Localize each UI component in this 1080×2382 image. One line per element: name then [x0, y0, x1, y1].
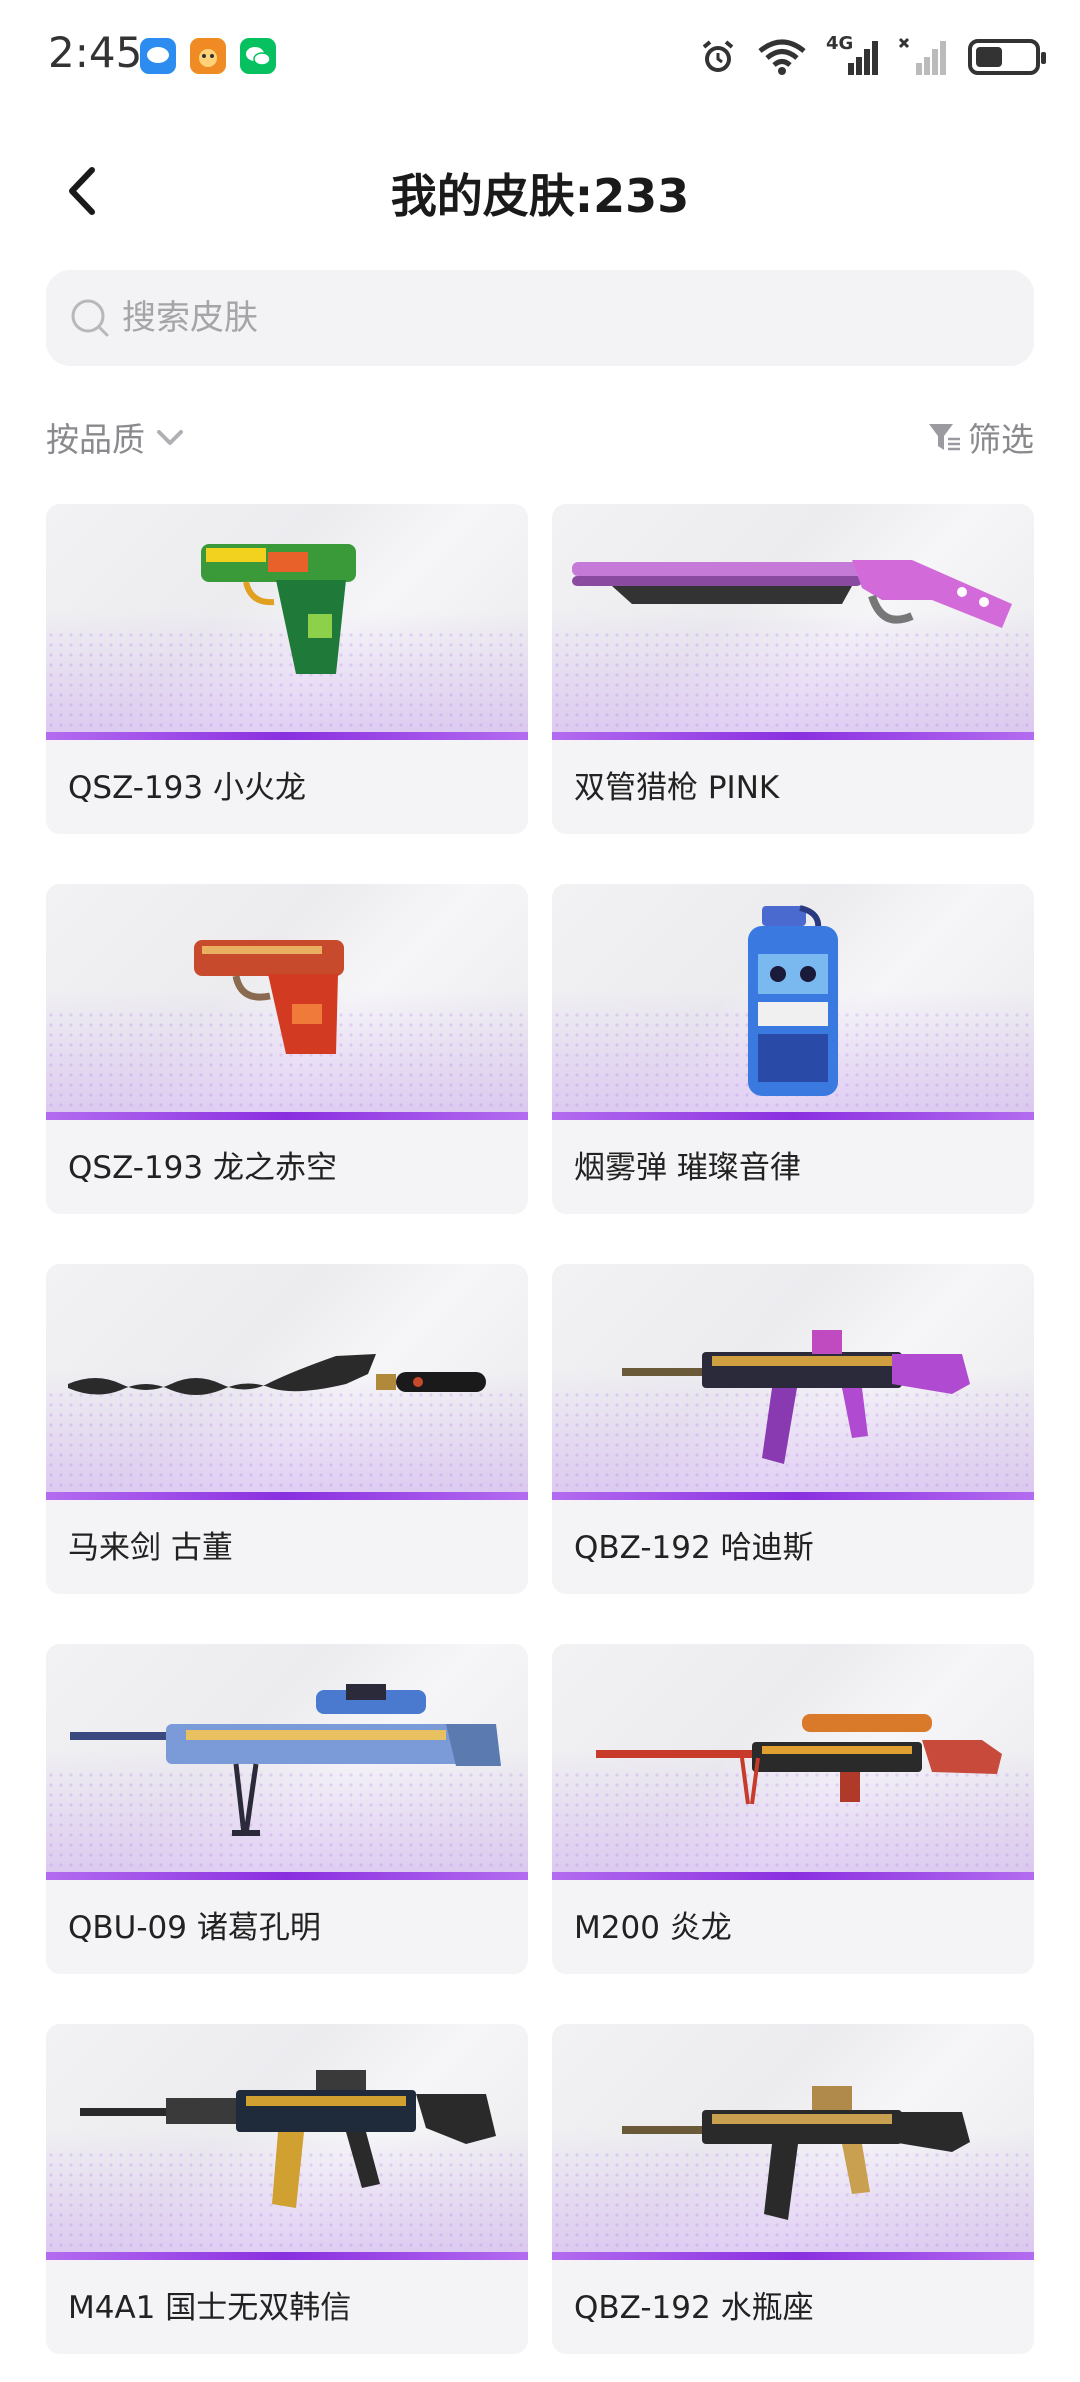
skin-name: 烟雾弹 璀璨音律 — [574, 1150, 801, 1186]
search-icon — [71, 299, 109, 337]
skin-name: QBZ-192 哈迪斯 — [574, 1530, 814, 1566]
rarity-bar — [552, 732, 1034, 740]
status-time: 2:45 — [48, 28, 143, 77]
rarity-bar — [552, 1492, 1034, 1500]
rifle-skin-image — [622, 1330, 970, 1464]
skin-name: M4A1 国士无双韩信 — [68, 2290, 352, 2326]
page-title: 我的皮肤:233 — [390, 169, 690, 223]
rarity-bar — [46, 1492, 528, 1500]
sword-skin-image — [68, 1354, 486, 1395]
skin-name: 双管猎枪 PINK — [574, 770, 780, 806]
filter-button[interactable]: 筛选 — [926, 413, 1034, 461]
skin-card[interactable]: 烟雾弹 璀璨音律 — [552, 884, 1034, 1214]
pistol-skin-image — [194, 940, 344, 1054]
battery-icon — [968, 39, 1046, 75]
filter-icon — [929, 424, 960, 451]
wifi-icon — [758, 39, 806, 75]
rarity-bar — [46, 2252, 528, 2260]
rifle-skin-image — [622, 2086, 970, 2220]
filter-label: 筛选 — [968, 420, 1034, 459]
rarity-bar — [552, 1112, 1034, 1120]
skin-card[interactable]: QBZ-192 哈迪斯 — [552, 1264, 1034, 1594]
search-input[interactable] — [122, 298, 982, 338]
shotgun-skin-image — [572, 560, 1012, 628]
skin-card[interactable]: M200 炎龙 — [552, 1644, 1034, 1974]
rifle-skin-image — [80, 2070, 496, 2208]
skin-card[interactable]: 双管猎枪 PINK — [552, 504, 1034, 834]
rarity-bar — [552, 1872, 1034, 1880]
wechat-icon — [240, 38, 276, 74]
message-app-icon — [140, 38, 176, 74]
skin-card[interactable]: QBU-09 诸葛孔明 — [46, 1644, 528, 1974]
alarm-icon — [702, 40, 734, 72]
skin-name: QBU-09 诸葛孔明 — [68, 1910, 321, 1946]
skin-name: QBZ-192 水瓶座 — [574, 2290, 814, 2326]
status-icons: 4G — [698, 32, 1046, 82]
status-bar: 2:45 4G — [0, 0, 1080, 110]
sniper-skin-image — [70, 1684, 501, 1836]
skin-card[interactable]: QSZ-193 龙之赤空 — [46, 884, 528, 1214]
game-app-icon — [190, 38, 226, 74]
pistol-skin-image — [201, 544, 356, 674]
rarity-bar — [552, 2252, 1034, 2260]
header: 我的皮肤:233 — [0, 130, 1080, 250]
sort-filter-bar: 按品质 筛选 — [46, 405, 1034, 465]
skin-name: QSZ-193 小火龙 — [68, 770, 306, 806]
skin-name: M200 炎龙 — [574, 1910, 732, 1946]
rarity-bar — [46, 732, 528, 740]
skin-name: 马来剑 古董 — [68, 1530, 233, 1566]
sniper-skin-image — [596, 1714, 1002, 1805]
chevron-down-icon — [157, 430, 183, 445]
skin-card[interactable]: M4A1 国士无双韩信 — [46, 2024, 528, 2354]
rarity-bar — [46, 1872, 528, 1880]
signal-4g-icon: 4G — [826, 33, 880, 77]
grenade-skin-image — [748, 905, 838, 1096]
skin-card[interactable]: QBZ-192 水瓶座 — [552, 2024, 1034, 2354]
skin-card[interactable]: QSZ-193 小火龙 — [46, 504, 528, 834]
signal-icon — [898, 37, 946, 75]
rarity-bar — [46, 1112, 528, 1120]
sort-label: 按品质 — [46, 420, 145, 459]
search-bar[interactable] — [46, 270, 1034, 366]
skin-name: QSZ-193 龙之赤空 — [68, 1150, 337, 1186]
skin-card[interactable]: 马来剑 古董 — [46, 1264, 528, 1594]
sort-by-quality-dropdown[interactable]: 按品质 — [46, 413, 187, 461]
